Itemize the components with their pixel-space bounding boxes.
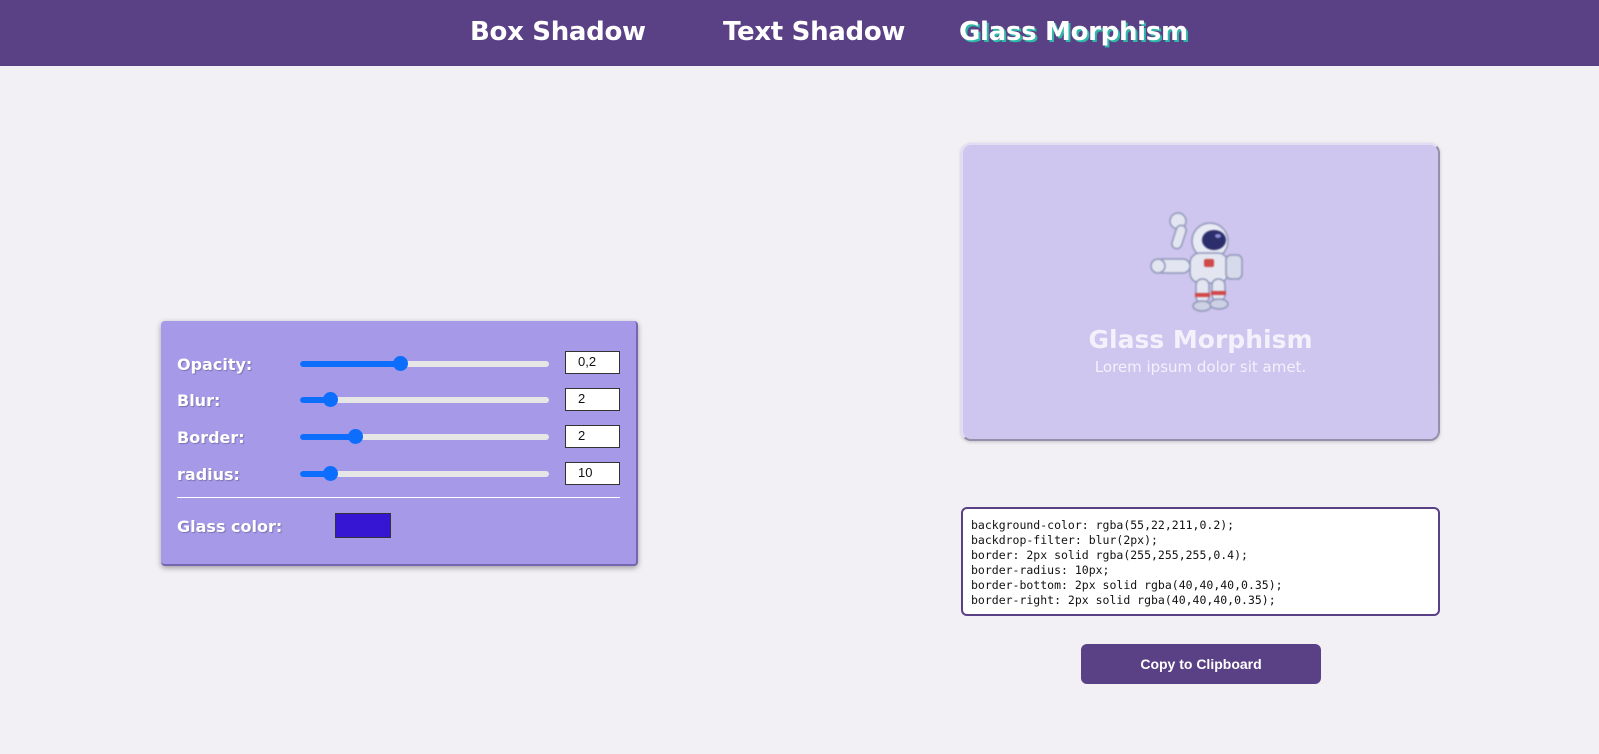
blur-value-input[interactable]: 2 bbox=[565, 388, 620, 411]
controls-panel: Opacity: 0,2 Blur: 2 Border: 2 radius: 1… bbox=[161, 321, 638, 566]
opacity-label: Opacity: bbox=[177, 355, 253, 374]
opacity-slider-thumb[interactable] bbox=[392, 356, 408, 371]
border-slider-thumb[interactable] bbox=[347, 429, 363, 444]
css-output-code[interactable]: background-color: rgba(55,22,211,0.2); b… bbox=[961, 507, 1440, 616]
opacity-value-input[interactable]: 0,2 bbox=[565, 351, 620, 374]
nav-box-shadow[interactable]: Box Shadow bbox=[470, 17, 646, 47]
glass-color-label: Glass color: bbox=[177, 517, 283, 536]
preview-subtitle: Lorem ipsum dolor sit amet. bbox=[1094, 358, 1307, 376]
glass-preview-card: Glass Morphism Lorem ipsum dolor sit ame… bbox=[961, 143, 1440, 441]
border-label: Border: bbox=[177, 428, 245, 447]
blur-slider-thumb[interactable] bbox=[322, 392, 338, 407]
preview-title: Glass Morphism bbox=[1088, 325, 1313, 354]
opacity-slider[interactable] bbox=[300, 356, 549, 371]
astronaut-icon bbox=[1150, 212, 1243, 312]
nav-text-shadow[interactable]: Text Shadow bbox=[723, 17, 905, 47]
radius-slider-thumb[interactable] bbox=[322, 466, 338, 481]
border-slider[interactable] bbox=[300, 429, 549, 444]
blur-label: Blur: bbox=[177, 391, 221, 410]
radius-slider[interactable] bbox=[300, 466, 549, 481]
opacity-slider-fill bbox=[300, 361, 400, 367]
blur-slider[interactable] bbox=[300, 392, 549, 407]
border-slider-fill bbox=[300, 434, 355, 440]
glass-color-picker[interactable] bbox=[335, 513, 391, 538]
radius-value-input[interactable]: 10 bbox=[565, 462, 620, 485]
top-navigation: Box Shadow Text Shadow Glass Morphism bbox=[0, 0, 1599, 66]
radius-label: radius: bbox=[177, 465, 240, 484]
border-value-input[interactable]: 2 bbox=[565, 425, 620, 448]
nav-glass-morphism[interactable]: Glass Morphism bbox=[959, 17, 1188, 47]
copy-to-clipboard-button[interactable]: Copy to Clipboard bbox=[1081, 644, 1321, 684]
controls-divider bbox=[177, 497, 620, 498]
